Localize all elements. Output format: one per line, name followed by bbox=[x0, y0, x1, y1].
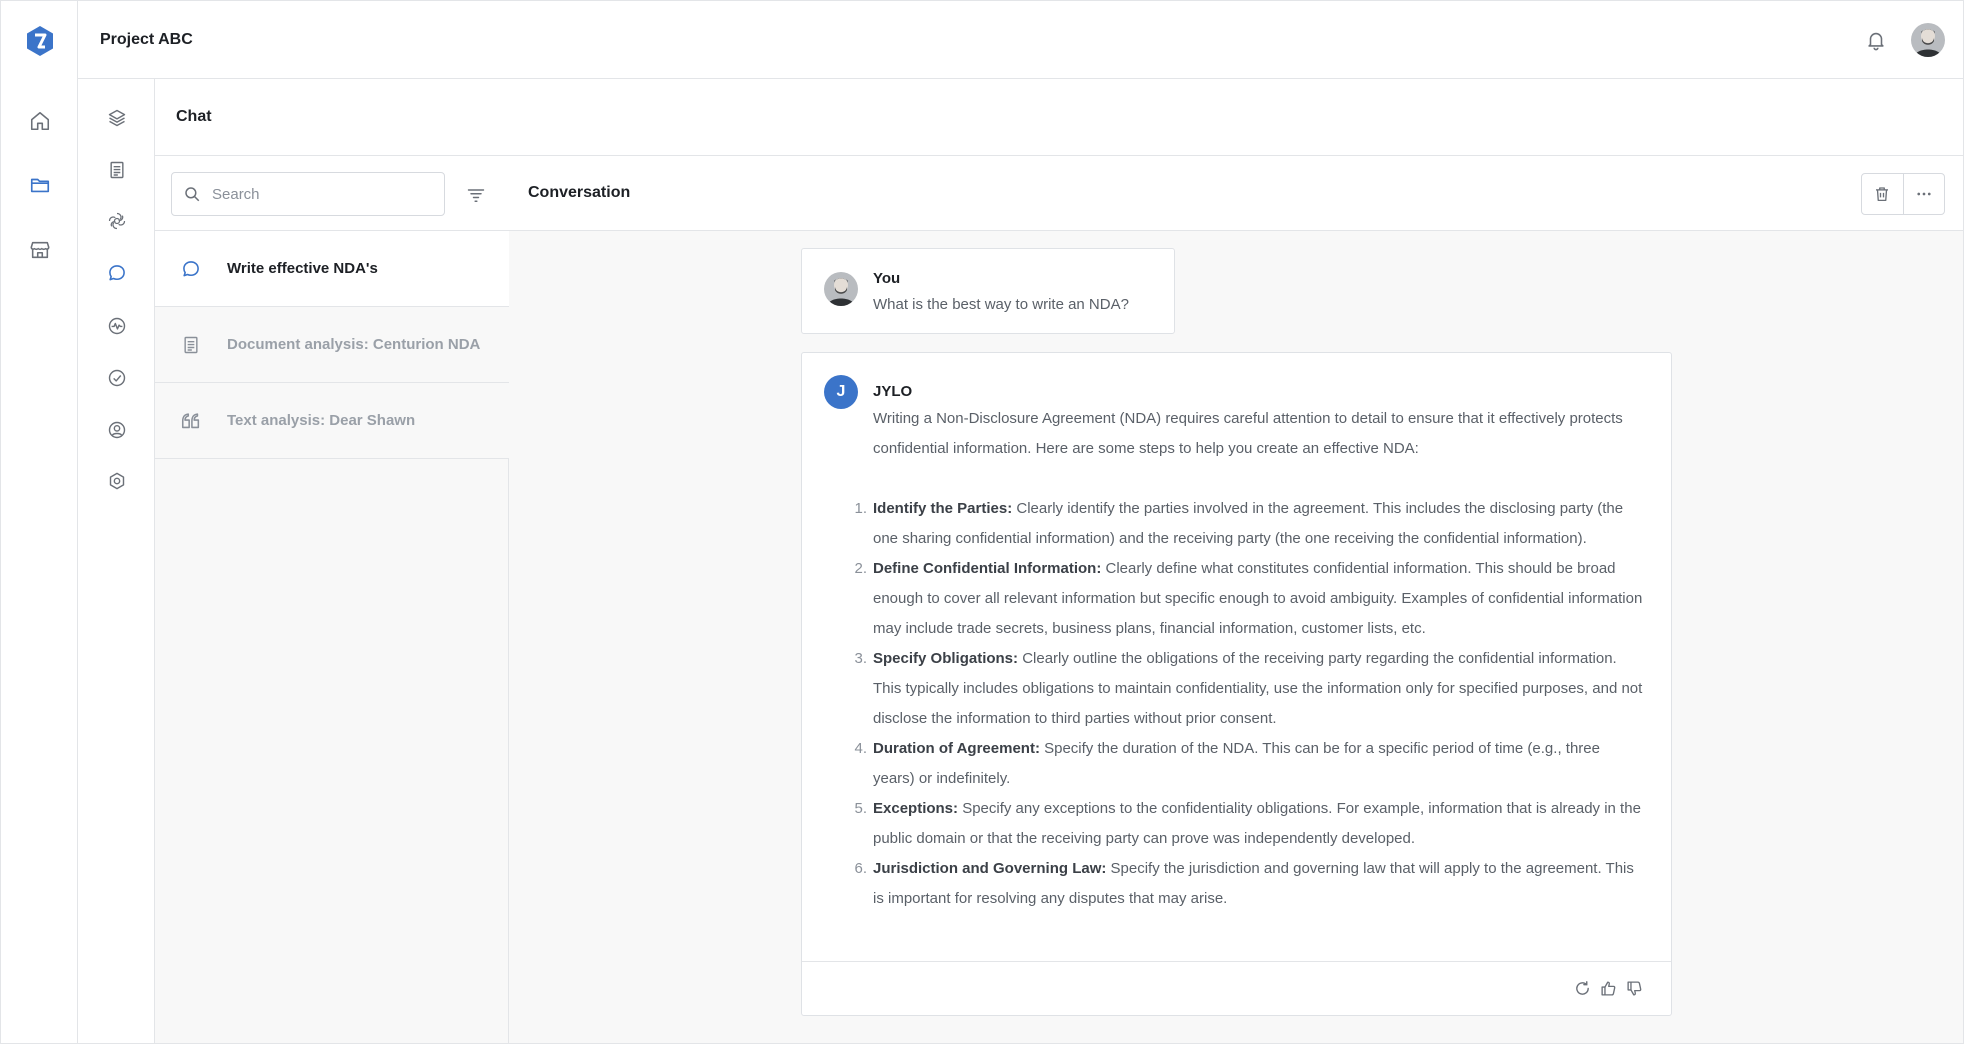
step-text: Specify any exceptions to the confidenti… bbox=[873, 800, 1641, 847]
chat-bubble-icon bbox=[155, 259, 227, 279]
thumbs-down-icon[interactable] bbox=[1625, 979, 1643, 997]
list-item: 5. Exceptions: Specify any exceptions to … bbox=[854, 794, 1643, 854]
more-horizontal-icon bbox=[1915, 185, 1933, 203]
conversation-item[interactable]: Write effective NDA's bbox=[155, 231, 509, 307]
top-header: Project ABC bbox=[78, 1, 1963, 79]
conversation-item[interactable]: Document analysis: Centurion NDA bbox=[155, 307, 509, 383]
search-input[interactable] bbox=[212, 185, 432, 203]
ai-button[interactable] bbox=[96, 200, 138, 242]
user-message-avatar bbox=[824, 272, 858, 306]
search-icon bbox=[172, 172, 212, 216]
chat-bubble-icon bbox=[107, 263, 127, 283]
conversation-item[interactable]: Text analysis: Dear Shawn bbox=[155, 383, 509, 459]
message-actions bbox=[1573, 979, 1643, 997]
message-intro: Writing a Non-Disclosure Agreement (NDA)… bbox=[873, 410, 1623, 457]
search-bar bbox=[155, 156, 509, 231]
conversation-title: Write effective NDA's bbox=[227, 260, 378, 277]
assistant-message: J JYLO Writing a Non-Disclosure Agreemen… bbox=[801, 352, 1672, 1016]
chat-section-title: Chat bbox=[176, 108, 212, 125]
step-number: 2. bbox=[854, 560, 867, 577]
primary-sidebar bbox=[1, 1, 78, 1043]
projects-button[interactable] bbox=[19, 164, 61, 206]
settings-button[interactable] bbox=[96, 460, 138, 502]
chat-nav-button[interactable] bbox=[96, 252, 138, 294]
step-title: Define Confidential Information: bbox=[873, 560, 1102, 577]
activity-icon bbox=[107, 316, 127, 336]
step-number: 4. bbox=[854, 740, 867, 757]
app-logo[interactable] bbox=[25, 25, 55, 57]
layers-button[interactable] bbox=[96, 97, 138, 139]
steps-list: 1. Identify the Parties: Clearly identify… bbox=[854, 494, 1643, 914]
message-author: You bbox=[873, 270, 901, 287]
filter-icon bbox=[466, 185, 486, 205]
user-message: You What is the best way to write an NDA… bbox=[801, 248, 1175, 334]
search-box bbox=[171, 172, 445, 216]
layers-icon bbox=[107, 108, 127, 128]
step-number: 3. bbox=[854, 650, 867, 667]
step-number: 1. bbox=[854, 500, 867, 517]
home-icon bbox=[29, 110, 51, 132]
assistant-avatar: J bbox=[824, 375, 858, 409]
message-footer bbox=[802, 961, 1671, 1015]
bell-icon bbox=[1865, 29, 1887, 51]
step-title: Exceptions: bbox=[873, 800, 959, 817]
project-title: Project ABC bbox=[100, 31, 193, 48]
document-icon bbox=[107, 160, 127, 180]
more-options-button[interactable] bbox=[1902, 174, 1944, 214]
step-title: Specify Obligations: bbox=[873, 650, 1019, 667]
list-item: 4. Duration of Agreement: Specify the dur… bbox=[854, 734, 1643, 794]
trash-icon bbox=[1873, 185, 1891, 203]
chat-section-header: Chat bbox=[155, 79, 1963, 156]
notifications-button[interactable] bbox=[1863, 27, 1889, 53]
list-item: 1. Identify the Parties: Clearly identify… bbox=[854, 494, 1643, 554]
step-title: Duration of Agreement: bbox=[873, 740, 1040, 757]
tasks-button[interactable] bbox=[96, 357, 138, 399]
delete-button[interactable] bbox=[1862, 174, 1903, 214]
folder-icon bbox=[29, 174, 51, 196]
app-window: Project ABC Chat Search Write effective … bbox=[0, 0, 1964, 1044]
user-avatar[interactable] bbox=[1911, 23, 1945, 57]
conversation-pane: Conversation You What is the best way to… bbox=[509, 156, 1963, 1043]
quote-icon bbox=[155, 410, 227, 432]
step-title: Identify the Parties: bbox=[873, 500, 1013, 517]
list-item: 6. Jurisdiction and Governing Law: Specif… bbox=[854, 854, 1643, 914]
conversation-title: Document analysis: Centurion NDA bbox=[227, 336, 481, 353]
document-icon bbox=[155, 335, 227, 355]
conversation-actions bbox=[1861, 173, 1945, 215]
activity-button[interactable] bbox=[96, 305, 138, 347]
user-circle-icon bbox=[107, 420, 127, 440]
step-title: Jurisdiction and Governing Law: bbox=[873, 860, 1107, 877]
step-number: 5. bbox=[854, 800, 867, 817]
documents-button[interactable] bbox=[96, 149, 138, 191]
thumbs-up-icon[interactable] bbox=[1599, 979, 1617, 997]
message-text: What is the best way to write an NDA? bbox=[873, 296, 1129, 313]
settings-icon bbox=[107, 471, 127, 491]
check-circle-icon bbox=[107, 368, 127, 388]
home-button[interactable] bbox=[19, 100, 61, 142]
conversation-header: Conversation bbox=[509, 156, 1963, 231]
list-item: 3. Specify Obligations: Clearly outline t… bbox=[854, 644, 1643, 734]
message-author: JYLO bbox=[873, 383, 913, 400]
secondary-sidebar bbox=[78, 79, 155, 1043]
account-button[interactable] bbox=[96, 409, 138, 451]
step-number: 6. bbox=[854, 860, 867, 877]
store-button[interactable] bbox=[19, 229, 61, 271]
conversation-list-pane: Write effective NDA's Document analysis:… bbox=[155, 156, 509, 1043]
regenerate-icon[interactable] bbox=[1573, 979, 1591, 997]
store-icon bbox=[29, 239, 51, 261]
filter-button[interactable] bbox=[463, 182, 489, 208]
conversation-title: Text analysis: Dear Shawn bbox=[227, 412, 416, 429]
list-item: 2. Define Confidential Information: Clear… bbox=[854, 554, 1643, 644]
conversation-title: Conversation bbox=[528, 184, 631, 201]
message-body: Writing a Non-Disclosure Agreement (NDA)… bbox=[854, 404, 1643, 914]
ai-knot-icon bbox=[107, 211, 127, 231]
